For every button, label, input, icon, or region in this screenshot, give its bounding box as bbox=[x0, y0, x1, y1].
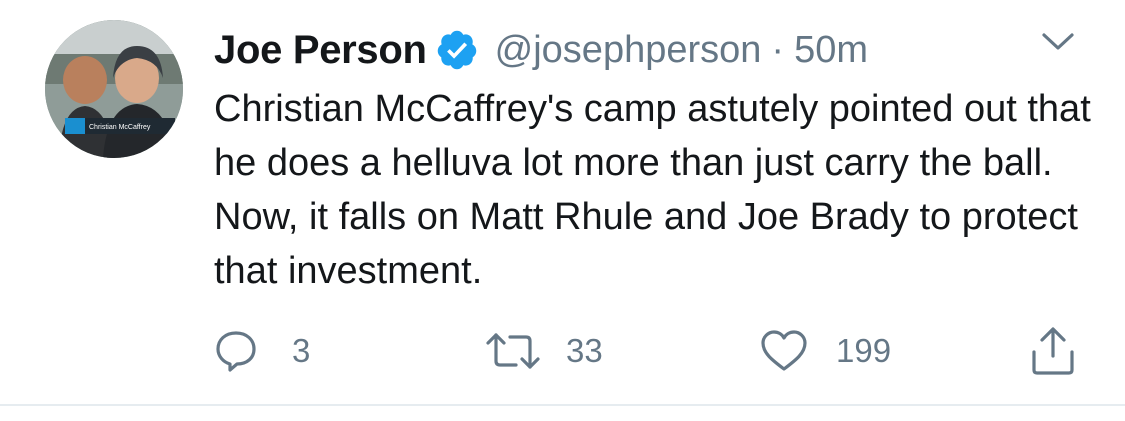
reply-icon bbox=[214, 329, 258, 373]
like-count: 199 bbox=[836, 332, 892, 369]
like-button[interactable]: 199 bbox=[760, 322, 891, 380]
avatar-caption: Christian McCaffrey bbox=[89, 124, 151, 131]
share-button[interactable] bbox=[1030, 322, 1076, 380]
chevron-down-icon[interactable] bbox=[1040, 30, 1076, 54]
separator-dot: · bbox=[771, 28, 785, 71]
heart-icon bbox=[760, 329, 808, 373]
user-handle[interactable]: @josephperson bbox=[495, 29, 762, 72]
retweet-count: 33 bbox=[566, 332, 603, 369]
divider bbox=[0, 404, 1125, 406]
tweet-text: Christian McCaffrey's camp astutely poin… bbox=[214, 88, 1091, 292]
retweet-icon bbox=[486, 329, 540, 373]
avatar[interactable]: Christian McCaffrey bbox=[45, 20, 183, 158]
reply-count: 3 bbox=[292, 332, 311, 369]
retweet-button[interactable]: 33 bbox=[486, 322, 603, 380]
timestamp[interactable]: 50m bbox=[794, 29, 868, 72]
display-name[interactable]: Joe Person bbox=[214, 28, 427, 73]
reply-button[interactable]: 3 bbox=[214, 322, 310, 380]
verified-badge-icon bbox=[435, 28, 479, 72]
action-bar: 3 33 199 bbox=[0, 322, 1125, 380]
share-icon bbox=[1030, 326, 1076, 376]
tweet-header: Joe Person @josephperson · 50m bbox=[214, 22, 868, 78]
tweet[interactable]: Christian McCaffrey Joe Person @josephpe… bbox=[0, 0, 1125, 405]
